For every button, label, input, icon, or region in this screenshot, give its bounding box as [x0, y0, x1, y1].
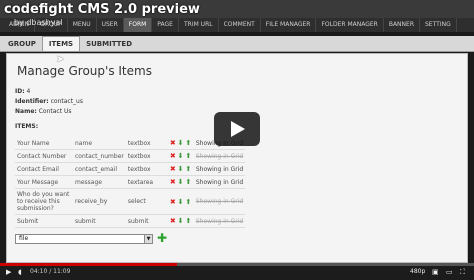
time-display: 04:10 / 11:09 [30, 268, 71, 275]
nav-item-file-manager[interactable]: FILE MANAGER [261, 18, 317, 32]
item-name: contact_email [73, 162, 126, 176]
tab-submitted[interactable]: SUBMITTED [80, 37, 138, 51]
grid-toggle[interactable]: Showing in Grid [193, 214, 246, 228]
video-author: by dbashyal [14, 18, 63, 27]
table-row: Submit submit submit ✖ ⬇ ⬆ Showing in Grid [15, 214, 246, 228]
item-type: textbox [125, 137, 168, 150]
grid-toggle[interactable]: Showing in Grid [193, 162, 246, 176]
nav-item-banner[interactable]: BANNER [384, 18, 420, 32]
item-name: contact_number [73, 149, 126, 163]
item-type: textbox [125, 149, 168, 163]
nav-item-comment[interactable]: COMMENT [219, 18, 261, 32]
item-label: Who do you want to receive this submissi… [15, 188, 73, 215]
item-actions: ✖ ⬇ ⬆ [167, 137, 194, 150]
item-name: message [73, 175, 126, 189]
grid-toggle[interactable]: Showing in Grid [193, 188, 246, 215]
arrow-up-icon[interactable]: ⬆ [185, 139, 191, 147]
popout-icon[interactable]: ▣ [432, 268, 439, 276]
item-type: submit [125, 214, 168, 228]
chevron-down-icon: ▼ [144, 235, 152, 243]
arrow-down-icon[interactable]: ⬇ [178, 178, 184, 186]
quality-button[interactable]: 480p [410, 268, 425, 275]
nav-item-folder-manager[interactable]: FOLDER MANAGER [316, 18, 384, 32]
delete-icon[interactable]: ✖ [170, 165, 176, 173]
video-title: codefight CMS 2.0 preview [4, 2, 200, 17]
item-label: Submit [15, 214, 73, 228]
id-row: ID: 4 [15, 88, 31, 95]
item-type: textarea [125, 175, 168, 189]
content-panel: Manage Group's Items ID: 4 Identifier: c… [6, 53, 468, 263]
arrow-up-icon[interactable]: ⬆ [185, 198, 191, 206]
item-label: Contact Email [15, 162, 73, 176]
grid-toggle[interactable]: Showing in Grid [193, 175, 246, 189]
nav-item-page[interactable]: PAGE [152, 18, 179, 32]
delete-icon[interactable]: ✖ [170, 139, 176, 147]
play-icon [231, 121, 245, 137]
table-row: Your Namenametextbox✖ ⬇ ⬆Showing in Grid [15, 137, 246, 150]
play-button[interactable] [214, 112, 260, 146]
delete-icon[interactable]: ✖ [170, 152, 176, 160]
table-row: Your Message message textarea ✖ ⬇ ⬆ Showing … [15, 175, 246, 189]
item-actions: ✖ ⬇ ⬆ [167, 162, 194, 176]
arrow-up-icon[interactable]: ⬆ [185, 152, 191, 160]
item-type: select [125, 188, 168, 215]
nav-item-setting[interactable]: SETTING [420, 18, 457, 32]
sub-tabs: GROUP ITEMS SUBMITTED [0, 36, 474, 52]
add-field-icon[interactable]: ✚ [157, 231, 167, 245]
item-type: textbox [125, 162, 168, 176]
volume-icon[interactable]: ◖ [18, 268, 22, 276]
nav-item-form[interactable]: FORM [123, 18, 153, 32]
item-name: submit [73, 214, 126, 228]
arrow-up-icon[interactable]: ⬆ [185, 165, 191, 173]
nav-item-menu[interactable]: MENU [68, 18, 97, 32]
item-actions: ✖ ⬇ ⬆ [167, 214, 194, 228]
mouse-cursor-icon: ➤ [56, 54, 65, 65]
item-actions: ✖ ⬇ ⬆ [167, 175, 194, 189]
fullscreen-icon[interactable]: ⛶ [460, 268, 465, 277]
nav-item-user[interactable]: USER [97, 18, 124, 32]
nav-item-trim-url[interactable]: TRIM URL [179, 18, 219, 32]
arrow-down-icon[interactable]: ⬇ [178, 198, 184, 206]
arrow-up-icon[interactable]: ⬆ [185, 178, 191, 186]
field-type-select[interactable]: file ▼ [15, 234, 153, 244]
tab-items[interactable]: ITEMS [41, 36, 81, 51]
delete-icon[interactable]: ✖ [170, 178, 176, 186]
grid-toggle[interactable]: Showing in Grid [193, 149, 246, 163]
arrow-down-icon[interactable]: ⬇ [178, 217, 184, 225]
delete-icon[interactable]: ✖ [170, 198, 176, 206]
arrow-down-icon[interactable]: ⬇ [178, 152, 184, 160]
items-table: Your Namenametextbox✖ ⬇ ⬆Showing in Grid… [15, 137, 246, 228]
table-row: Contact Email contact_email textbox ✖ ⬇ ⬆ Sh… [15, 162, 246, 176]
admin-navbar: ADMIN GROUP MENU USER FORM PAGE TRIM URL COMMEN… [0, 18, 474, 32]
item-actions: ✖ ⬇ ⬆ [167, 149, 194, 163]
item-name: receive_by [73, 188, 126, 215]
table-row: Who do you want to receive this submissi… [15, 188, 246, 215]
item-actions: ✖ ⬇ ⬆ [167, 188, 194, 215]
tab-group[interactable]: GROUP [2, 37, 42, 51]
arrow-down-icon[interactable]: ⬇ [178, 139, 184, 147]
arrow-down-icon[interactable]: ⬇ [178, 165, 184, 173]
page-title: Manage Group's Items [17, 64, 152, 78]
item-label: Your Name [15, 137, 73, 150]
identifier-row: Identifier: contact_us [15, 98, 83, 105]
items-heading: ITEMS: [15, 123, 39, 130]
progress-bar[interactable] [0, 263, 474, 266]
arrow-up-icon[interactable]: ⬆ [185, 217, 191, 225]
item-label: Your Message [15, 175, 73, 189]
item-label: Contact Number [15, 149, 73, 163]
item-name: name [73, 137, 126, 150]
resize-icon[interactable]: ▭ [446, 268, 453, 276]
play-small-icon[interactable]: ▶ [6, 268, 11, 276]
table-row: Contact Number contact_number textbox ✖ ⬇ ⬆… [15, 149, 246, 163]
name-row: Name: Contact Us [15, 108, 72, 115]
delete-icon[interactable]: ✖ [170, 217, 176, 225]
